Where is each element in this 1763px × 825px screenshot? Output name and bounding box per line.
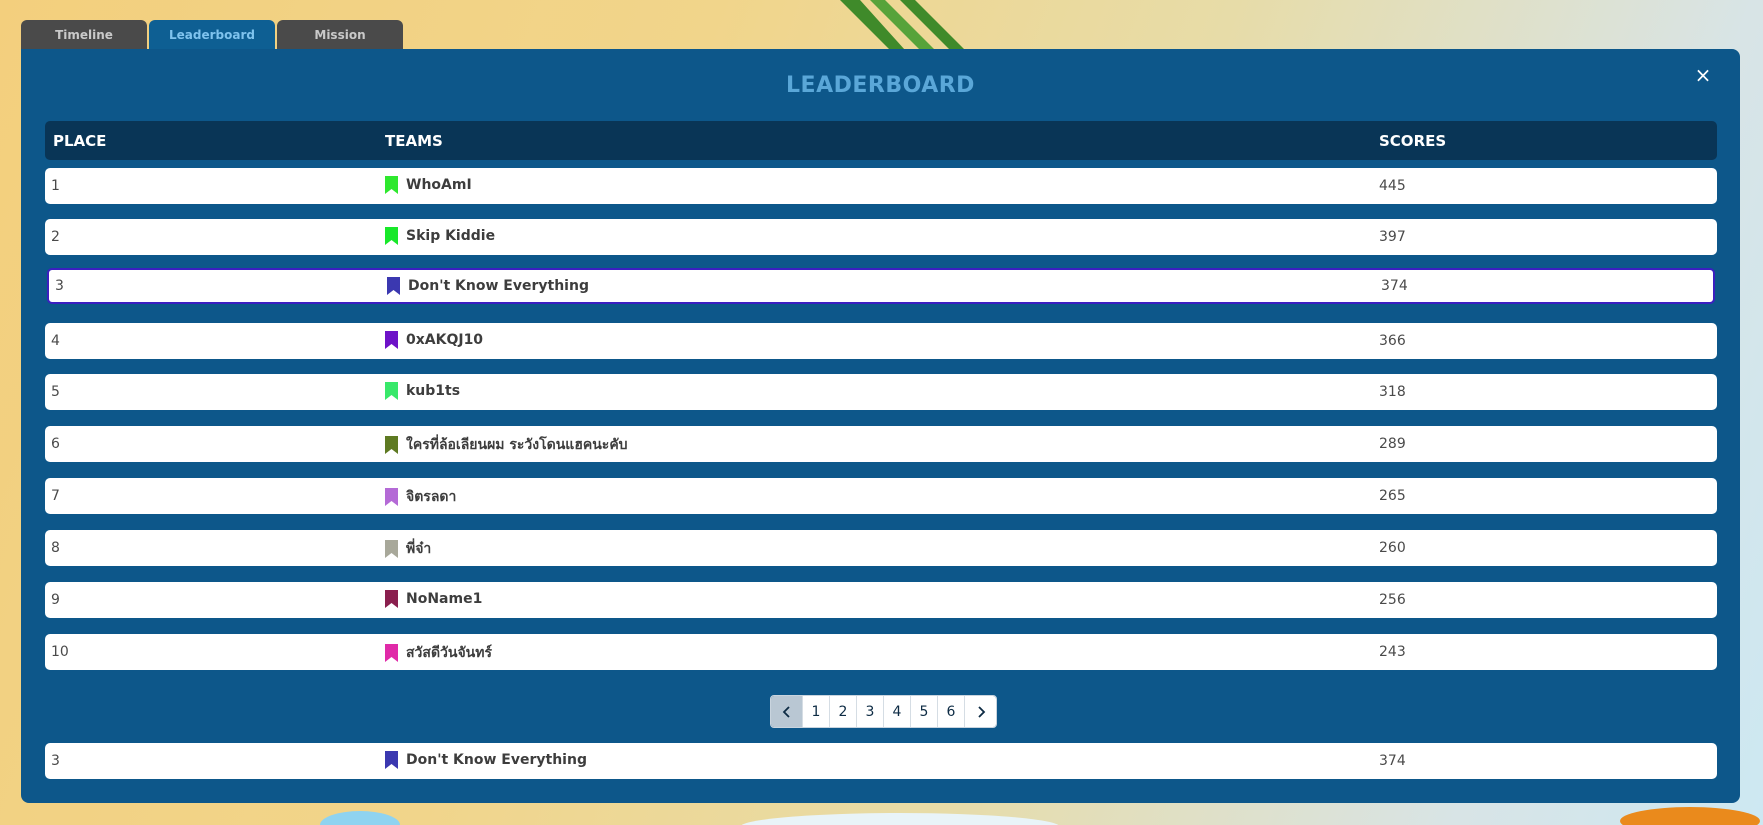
row-team-cell: kub1ts: [385, 382, 460, 400]
row-place: 5: [51, 384, 60, 400]
row-place: 6: [51, 436, 60, 452]
row-team-name: kub1ts: [406, 383, 461, 399]
header-scores: SCORES: [1379, 132, 1447, 150]
row-team-cell: จิตรลดา: [385, 486, 456, 508]
chevron-left-icon: [782, 705, 790, 718]
page-button-1[interactable]: 1: [803, 696, 830, 727]
page-button-3[interactable]: 3: [857, 696, 884, 727]
row-score: 289: [1379, 436, 1406, 452]
header-teams: TEAMS: [385, 132, 443, 150]
prev-page-button[interactable]: [771, 696, 803, 727]
row-team-cell: สวัสดีวันจันทร์: [385, 642, 492, 664]
table-row: 2 Skip Kiddie 397: [45, 219, 1717, 255]
table-row: 4 0xAKQJ10 366: [45, 323, 1717, 359]
chevron-right-icon: [977, 705, 985, 718]
row-team-name: จิตรลดา: [406, 489, 457, 505]
my-team-name: Don't Know Everything: [406, 752, 587, 768]
my-team-row: 3 Don't Know Everything 374: [45, 743, 1717, 779]
row-place: 2: [51, 229, 60, 245]
table-row: 5 kub1ts 318: [45, 374, 1717, 410]
row-score: 374: [1381, 278, 1408, 294]
team-flag-icon: [385, 590, 398, 608]
row-team-name: Don't Know Everything: [408, 278, 589, 294]
my-team-score: 374: [1379, 753, 1406, 769]
team-flag-icon: [385, 488, 398, 506]
team-flag-icon: [385, 540, 398, 558]
row-score: 318: [1379, 384, 1406, 400]
page-title: LEADERBOARD: [786, 73, 975, 98]
page-button-2[interactable]: 2: [830, 696, 857, 727]
page-button-4[interactable]: 4: [884, 696, 911, 727]
row-team-name: Skip Kiddie: [406, 228, 496, 244]
table-row: 7 จิตรลดา 265: [45, 478, 1717, 514]
team-flag-icon: [385, 382, 398, 400]
row-team-name: ใครที่ล้อเลียนผม ระวังโดนแฮคนะคับ: [406, 437, 628, 453]
row-place: 9: [51, 592, 60, 608]
table-row: 3 Don't Know Everything 374: [47, 268, 1715, 304]
row-score: 397: [1379, 229, 1406, 245]
row-team-cell: พี่จ๋า: [385, 538, 431, 560]
row-place: 7: [51, 488, 60, 504]
row-team-cell: 0xAKQJ10: [385, 331, 483, 349]
next-page-button[interactable]: [965, 696, 996, 727]
tab-timeline[interactable]: Timeline: [21, 20, 147, 50]
leaderboard-panel: × LEADERBOARD PLACE TEAMS SCORES 1 WhoAmI…: [21, 49, 1740, 803]
row-team-name: พี่จ๋า: [406, 541, 432, 557]
row-team-name: WhoAmI: [406, 177, 472, 193]
team-flag-icon: [387, 277, 400, 295]
table-row: 10 สวัสดีวันจันทร์ 243: [45, 634, 1717, 670]
row-team-cell: Don't Know Everything: [387, 277, 589, 295]
my-team-cell: Don't Know Everything: [385, 751, 587, 769]
row-score: 445: [1379, 178, 1406, 194]
team-flag-icon: [385, 331, 398, 349]
tab-mission[interactable]: Mission: [277, 20, 403, 50]
row-team-cell: Skip Kiddie: [385, 227, 495, 245]
table-header: PLACE TEAMS SCORES: [45, 121, 1717, 160]
row-team-cell: ใครที่ล้อเลียนผม ระวังโดนแฮคนะคับ: [385, 434, 628, 456]
pagination: 1 2 3 4 5 6: [770, 695, 997, 728]
row-place: 4: [51, 333, 60, 349]
table-row: 6 ใครที่ล้อเลียนผม ระวังโดนแฮคนะคับ 289: [45, 426, 1717, 462]
table-row: 9 NoName1 256: [45, 582, 1717, 618]
page-button-6[interactable]: 6: [938, 696, 965, 727]
palm-leaf-decoration: [840, 0, 965, 50]
row-place: 1: [51, 178, 60, 194]
row-team-name: สวัสดีวันจันทร์: [406, 645, 492, 661]
row-score: 265: [1379, 488, 1406, 504]
my-team-place: 3: [51, 753, 60, 769]
row-place: 8: [51, 540, 60, 556]
row-score: 366: [1379, 333, 1406, 349]
table-row: 8 พี่จ๋า 260: [45, 530, 1717, 566]
tab-bar: Timeline Leaderboard Mission: [21, 20, 403, 50]
row-team-cell: NoName1: [385, 590, 482, 608]
team-flag-icon: [385, 644, 398, 662]
row-place: 10: [51, 644, 69, 660]
row-team-name: 0xAKQJ10: [406, 332, 484, 348]
team-flag-icon: [385, 176, 398, 194]
table-row: 1 WhoAmI 445: [45, 168, 1717, 204]
header-place: PLACE: [53, 132, 107, 150]
row-score: 256: [1379, 592, 1406, 608]
row-team-name: NoName1: [406, 591, 483, 607]
row-score: 243: [1379, 644, 1406, 660]
row-place: 3: [55, 278, 64, 294]
row-team-cell: WhoAmI: [385, 176, 472, 194]
team-flag-icon: [385, 436, 398, 454]
team-flag-icon: [385, 227, 398, 245]
team-flag-icon: [385, 751, 398, 769]
tab-leaderboard[interactable]: Leaderboard: [149, 20, 275, 50]
row-score: 260: [1379, 540, 1406, 556]
page-button-5[interactable]: 5: [911, 696, 938, 727]
